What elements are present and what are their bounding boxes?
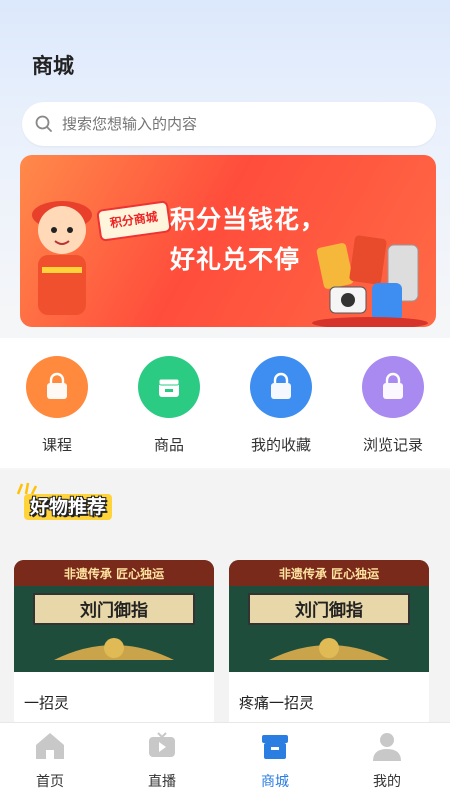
quick-link-history[interactable]: 浏览记录 <box>343 356 443 455</box>
promo-banner[interactable]: 积分商城 积分当钱花， 好礼兑不停 <box>20 155 436 327</box>
mascot-illustration <box>32 201 92 315</box>
page-title: 商城 <box>32 54 74 78</box>
user-icon <box>373 733 401 761</box>
product-image: 非遗传承 匠心独运 刘门御指 <box>14 560 214 672</box>
tab-bar: 首页 直播 商城 我的 <box>0 722 450 801</box>
quick-link-label: 浏览记录 <box>362 436 423 454</box>
quick-link-products[interactable]: 商品 <box>119 356 219 455</box>
banner-headline-1: 积分当钱花， <box>170 205 327 234</box>
quick-link-label: 商品 <box>153 436 184 454</box>
product-card[interactable]: 非遗传承 匠心独运 刘门御指 疼痛一招灵 <box>229 560 429 730</box>
banner-headline-2: 好礼兑不停 <box>170 245 301 274</box>
bag-icon <box>26 356 88 418</box>
tv-icon <box>149 732 175 757</box>
tab-label: 直播 <box>148 774 176 790</box>
home-icon <box>36 733 64 759</box>
recommend-heading: 好物推荐 <box>16 482 113 520</box>
tab-profile[interactable]: 我的 <box>347 729 427 791</box>
quick-link-label: 课程 <box>41 436 72 454</box>
prize-illustration <box>312 235 428 327</box>
search-input[interactable] <box>60 114 404 134</box>
tab-label: 首页 <box>36 774 64 790</box>
shop-icon <box>262 735 288 759</box>
product-image: 非遗传承 匠心独运 刘门御指 <box>229 560 429 672</box>
bag-icon <box>362 356 424 418</box>
search-icon <box>35 115 52 132</box>
quick-links: 课程 商品 我的收藏 浏览记录 <box>0 338 450 468</box>
tab-shop[interactable]: 商城 <box>235 729 315 791</box>
product-title: 一招灵 <box>24 694 70 712</box>
card-banner-text: 非遗传承 匠心独运 <box>279 566 379 581</box>
card-banner-text: 非遗传承 匠心独运 <box>64 566 164 581</box>
quick-link-favorites[interactable]: 我的收藏 <box>231 356 331 455</box>
tab-live[interactable]: 直播 <box>122 729 202 791</box>
tab-label: 商城 <box>261 774 289 790</box>
card-plaque-text: 刘门御指 <box>80 600 148 621</box>
card-plaque-text: 刘门御指 <box>295 600 363 621</box>
recommend-title: 好物推荐 <box>24 494 113 520</box>
search-bar[interactable] <box>22 102 436 146</box>
tab-home[interactable]: 首页 <box>10 729 90 791</box>
bag-icon <box>250 356 312 418</box>
product-title: 疼痛一招灵 <box>239 694 315 712</box>
quick-link-label: 我的收藏 <box>250 436 311 454</box>
store-icon <box>138 356 200 418</box>
product-card[interactable]: 非遗传承 匠心独运 刘门御指 一招灵 <box>14 560 214 730</box>
quick-link-courses[interactable]: 课程 <box>7 356 107 455</box>
tab-label: 我的 <box>373 774 401 790</box>
